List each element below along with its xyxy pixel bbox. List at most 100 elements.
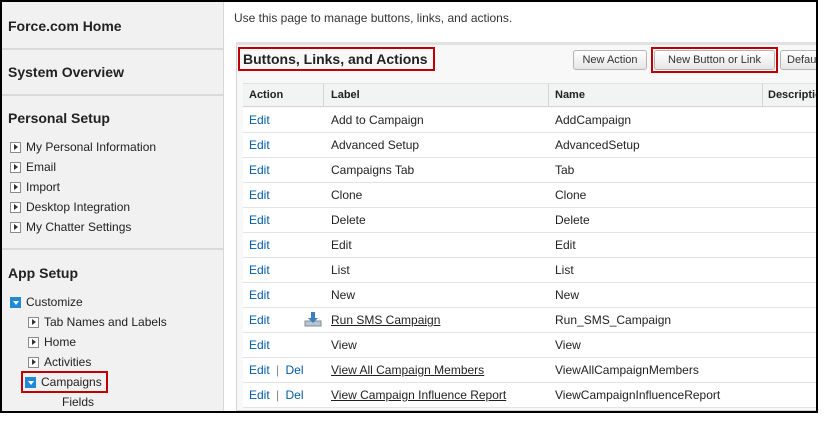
- default-custom-button[interactable]: Defau: [780, 50, 816, 70]
- row-label: List: [331, 263, 350, 277]
- collapse-arrow-icon[interactable]: [25, 376, 36, 388]
- edit-link[interactable]: Edit: [249, 138, 270, 152]
- edit-link[interactable]: Edit: [249, 313, 270, 327]
- edit-link[interactable]: Edit: [249, 263, 270, 277]
- expand-arrow-icon[interactable]: [10, 181, 21, 193]
- expand-arrow-icon[interactable]: [28, 316, 39, 328]
- row-name: ViewCampaignInfluenceReport: [555, 388, 721, 402]
- table-row: Edit New New: [243, 283, 816, 308]
- download-icon: [304, 312, 322, 327]
- sidebar-item-label[interactable]: My Personal Information: [26, 140, 156, 154]
- collapse-arrow-icon[interactable]: [10, 296, 21, 308]
- sidebar-item-campaigns[interactable]: Campaigns: [21, 371, 108, 393]
- row-name: List: [555, 263, 574, 277]
- sidebar-item-desktop-integration[interactable]: Desktop Integration: [10, 198, 130, 216]
- sidebar-item-label[interactable]: Home: [44, 335, 76, 349]
- system-overview-label[interactable]: System Overview: [2, 64, 124, 80]
- force-home-label[interactable]: Force.com Home: [2, 18, 122, 34]
- edit-link[interactable]: Edit: [249, 113, 270, 127]
- sidebar-item-activities[interactable]: Activities: [28, 353, 91, 371]
- edit-link[interactable]: Edit: [249, 163, 270, 177]
- column-header-name[interactable]: Name: [555, 89, 585, 101]
- personal-setup-title: Personal Setup: [8, 110, 110, 126]
- row-name: Tab: [555, 163, 575, 177]
- row-name: Run_SMS_Campaign: [555, 313, 672, 327]
- row-name: New: [555, 288, 580, 302]
- column-header-description[interactable]: Descriptio: [768, 89, 816, 101]
- row-label-link[interactable]: View All Campaign Members: [331, 363, 484, 377]
- table-row: Edit | Del View Campaign Influence Repor…: [243, 383, 816, 408]
- sidebar-item-home[interactable]: Home: [28, 333, 76, 351]
- app-setup-header: App Setup: [2, 265, 78, 281]
- sidebar-item-label[interactable]: Activities: [44, 355, 91, 369]
- sidebar-item-label[interactable]: Desktop Integration: [26, 200, 130, 214]
- sidebar-item-import[interactable]: Import: [10, 178, 60, 196]
- setup-sidebar: Force.com Home System Overview Personal …: [2, 2, 224, 411]
- row-name: ViewAllCampaignMembers: [555, 363, 699, 377]
- row-label: Campaigns Tab: [331, 163, 415, 177]
- sidebar-item-fields[interactable]: Fields: [62, 394, 94, 410]
- edit-link[interactable]: Edit: [249, 363, 270, 377]
- row-label: Add to Campaign: [331, 113, 424, 127]
- buttons-links-actions-panel: Buttons, Links, and Actions New Action N…: [236, 42, 816, 411]
- sidebar-item-label[interactable]: Fields: [62, 395, 94, 409]
- screenshot-frame: Force.com Home System Overview Personal …: [0, 0, 818, 413]
- new-action-button[interactable]: New Action: [573, 50, 647, 70]
- divider: [2, 94, 224, 96]
- sidebar-item-tab-names-and-labels[interactable]: Tab Names and Labels: [28, 313, 167, 331]
- sidebar-item-label[interactable]: Customize: [26, 295, 83, 309]
- table-header: Action Label Name Descriptio: [243, 83, 816, 107]
- row-label: Clone: [331, 188, 363, 202]
- row-label: New: [331, 288, 356, 302]
- expand-arrow-icon[interactable]: [10, 141, 21, 153]
- system-overview-link[interactable]: System Overview: [2, 64, 124, 80]
- edit-link[interactable]: Edit: [249, 188, 270, 202]
- edit-link[interactable]: Edit: [249, 338, 270, 352]
- page-description: Use this page to manage buttons, links, …: [234, 11, 513, 25]
- row-name: View: [555, 338, 581, 352]
- sidebar-item-email[interactable]: Email: [10, 158, 56, 176]
- force-home-link[interactable]: Force.com Home: [2, 18, 122, 34]
- sidebar-item-label[interactable]: Email: [26, 160, 56, 174]
- expand-arrow-icon[interactable]: [28, 356, 39, 368]
- row-name: AddCampaign: [555, 113, 632, 127]
- sidebar-item-customize[interactable]: Customize: [10, 293, 83, 311]
- row-name: Edit: [555, 238, 576, 252]
- edit-link[interactable]: Edit: [249, 388, 270, 402]
- row-name: Clone: [555, 188, 587, 202]
- table-row: Edit Delete Delete: [243, 208, 816, 233]
- row-label-link[interactable]: Run SMS Campaign: [331, 313, 440, 327]
- main-content: Use this page to manage buttons, links, …: [225, 2, 816, 411]
- edit-link[interactable]: Edit: [249, 238, 270, 252]
- divider: [2, 248, 224, 250]
- row-actions: Edit | Del: [249, 363, 304, 377]
- sidebar-item-label[interactable]: My Chatter Settings: [26, 220, 131, 234]
- column-divider: [548, 84, 549, 107]
- new-button-or-link-button[interactable]: New Button or Link: [654, 50, 775, 70]
- expand-arrow-icon[interactable]: [10, 161, 21, 173]
- delete-link[interactable]: Del: [286, 363, 304, 377]
- sidebar-item-my-personal-information[interactable]: My Personal Information: [10, 138, 156, 156]
- table-row: Edit | Del View All Campaign Members Vie…: [243, 358, 816, 383]
- sidebar-item-label[interactable]: Campaigns: [41, 375, 102, 389]
- expand-arrow-icon[interactable]: [28, 336, 39, 348]
- sidebar-item-label[interactable]: Import: [26, 180, 60, 194]
- column-divider: [762, 84, 763, 107]
- expand-arrow-icon[interactable]: [10, 201, 21, 213]
- expand-arrow-icon[interactable]: [10, 221, 21, 233]
- app-setup-title: App Setup: [8, 265, 78, 281]
- divider: [2, 48, 224, 50]
- table-row: Edit Edit Edit: [243, 233, 816, 258]
- row-label-link[interactable]: View Campaign Influence Report: [331, 388, 506, 402]
- table-row: Edit List List: [243, 258, 816, 283]
- table-row: Edit Clone Clone: [243, 183, 816, 208]
- sidebar-item-label[interactable]: Tab Names and Labels: [44, 315, 167, 329]
- edit-link[interactable]: Edit: [249, 288, 270, 302]
- row-label: Delete: [331, 213, 366, 227]
- action-separator: |: [276, 363, 280, 377]
- column-header-label[interactable]: Label: [331, 89, 360, 101]
- delete-link[interactable]: Del: [286, 388, 304, 402]
- edit-link[interactable]: Edit: [249, 213, 270, 227]
- row-label: Advanced Setup: [331, 138, 420, 152]
- sidebar-item-my-chatter-settings[interactable]: My Chatter Settings: [10, 218, 131, 236]
